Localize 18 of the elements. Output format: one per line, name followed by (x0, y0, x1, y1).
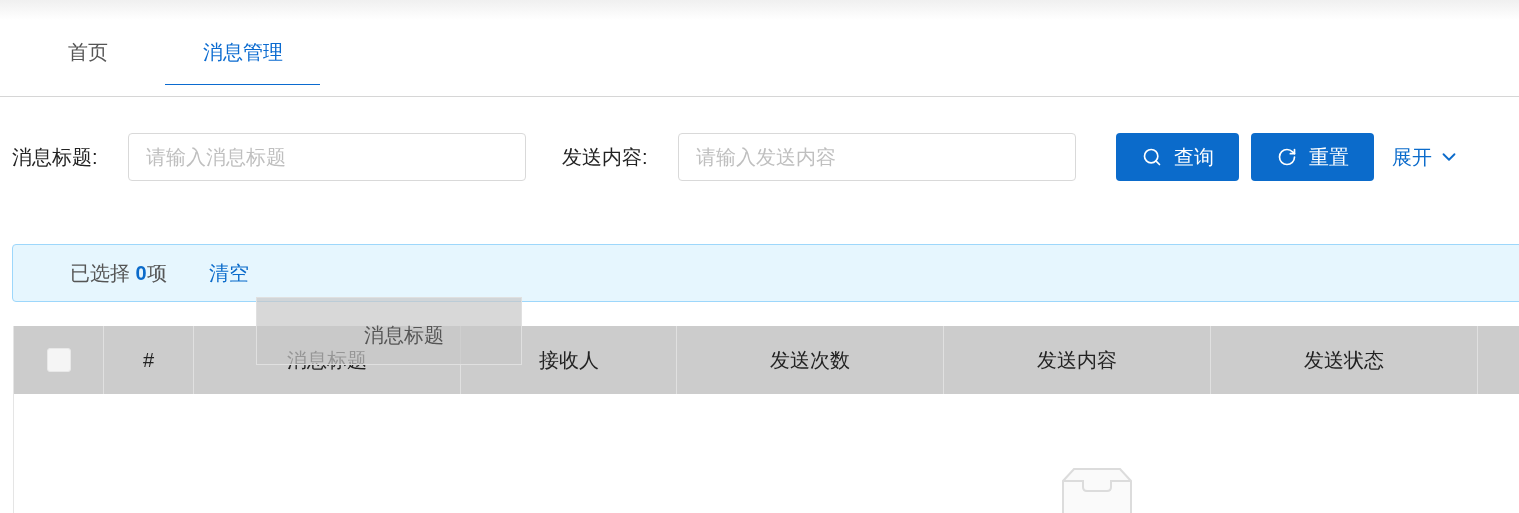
column-header[interactable]: 发送次数 (677, 326, 944, 394)
select-all-checkbox[interactable] (46, 348, 71, 372)
filter-input[interactable]: 请输入消息标题 (128, 133, 526, 181)
filter-input[interactable]: 请输入发送内容 (678, 133, 1076, 181)
selection-count-text: 已选择 0项 (70, 261, 167, 286)
expand-link[interactable]: 展开 (1392, 142, 1460, 172)
refresh-icon (1276, 147, 1297, 167)
search-icon (1141, 147, 1162, 167)
column-header[interactable]: 发送状态 (1211, 326, 1478, 394)
filter-label: 消息标题: (12, 145, 99, 170)
search-button[interactable]: 查询 (1116, 133, 1239, 181)
filter-label: 发送内容: (562, 145, 649, 170)
reset-button[interactable]: 重置 (1251, 133, 1374, 181)
tab[interactable]: 消息管理 (165, 20, 320, 85)
column-header[interactable]: 发送内容 (944, 326, 1211, 394)
tab[interactable]: 首页 (10, 20, 165, 85)
column-header[interactable]: # (104, 326, 194, 394)
clear-link[interactable]: 清空 (208, 258, 249, 288)
